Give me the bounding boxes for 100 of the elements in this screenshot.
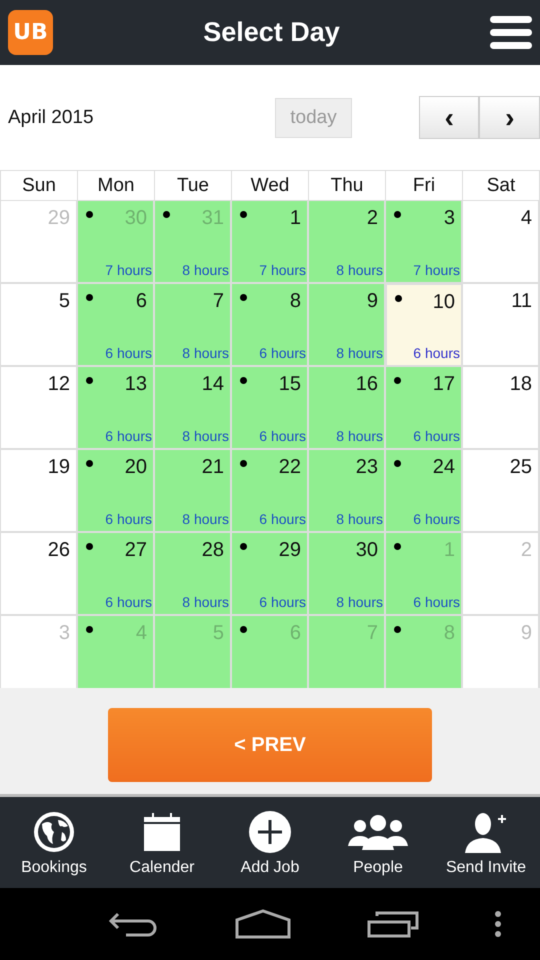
hours-label: 6 hours [413,511,460,527]
calendar-day[interactable]: 26 [1,533,78,616]
day-number: 6 [136,290,147,313]
calendar-day[interactable]: 1 6 hours [386,533,463,616]
calendar-day[interactable]: 3 7 hours [386,201,463,284]
hours-label: 6 hours [413,428,460,444]
day-number: 26 [48,539,70,562]
nav-tab[interactable]: Add Job [216,797,324,888]
calendar-day[interactable]: 10 6 hours [386,284,463,367]
day-number: 29 [278,539,301,562]
nav-tab[interactable]: Bookings [0,797,108,888]
globe-icon [32,810,76,854]
hours-label: 6 hours [259,428,306,444]
calendar-day[interactable]: 27 6 hours [78,533,155,616]
calendar-day[interactable]: 23 8 hours [309,450,386,533]
calendar-day[interactable]: 16 8 hours [309,367,386,450]
next-month-button[interactable]: › [479,96,540,139]
add-person-icon [463,810,509,852]
day-number: 21 [202,456,224,479]
calendar-day[interactable]: 17 6 hours [386,367,463,450]
hours-label: 6 hours [259,345,306,361]
calendar-day[interactable]: 5 [1,284,78,367]
day-number: 3 [444,207,455,230]
day-number: 4 [520,207,532,230]
hours-label: 6 hours [413,594,460,610]
hours-label: 6 hours [105,511,152,527]
calendar-icon [143,812,181,852]
calendar-day[interactable]: 20 6 hours [78,450,155,533]
hours-label: 8 hours [182,428,229,444]
menu-icon[interactable] [490,16,532,49]
calendar-day[interactable]: 12 [1,367,78,450]
day-number: 1 [444,539,455,562]
hours-label: 6 hours [259,511,306,527]
hours-label: 7 hours [413,262,460,278]
calendar-day[interactable]: 9 8 hours [309,284,386,367]
calendar-day[interactable]: 19 [1,450,78,533]
calendar-day[interactable]: 2 8 hours [309,201,386,284]
day-number: 3 [58,622,70,645]
calendar-day[interactable]: 14 8 hours [155,367,232,450]
home-icon[interactable] [235,909,292,939]
calendar-day[interactable]: 30 7 hours [78,201,155,284]
day-number: 8 [444,622,455,645]
hours-label: 6 hours [259,594,306,610]
hours-label: 7 hours [105,262,152,278]
day-number: 10 [432,291,455,314]
calendar-day[interactable]: 11 [463,284,540,367]
day-number: 31 [202,207,224,230]
day-number: 28 [202,539,224,562]
screen-title: Select Day [203,17,340,48]
calendar-day[interactable]: 25 [463,450,540,533]
calendar-day[interactable]: 13 6 hours [78,367,155,450]
day-number: 6 [290,622,301,645]
nav-tab[interactable]: Calender [108,797,216,888]
day-number: 12 [48,373,70,396]
calendar-day[interactable]: 24 6 hours [386,450,463,533]
day-number: 13 [124,373,147,396]
nav-tab[interactable]: Send Invite [432,797,540,888]
calendar-day[interactable]: 6 6 hours [78,284,155,367]
calendar-day[interactable]: 15 6 hours [232,367,309,450]
day-number: 4 [136,622,147,645]
day-number: 15 [278,373,301,396]
recent-apps-icon[interactable] [366,910,419,938]
day-number: 20 [124,456,147,479]
calendar-day[interactable]: 21 8 hours [155,450,232,533]
day-number: 27 [124,539,147,562]
day-number: 30 [356,539,378,562]
day-number: 17 [432,373,455,396]
hours-label: 8 hours [336,511,383,527]
nav-tab[interactable]: People [324,797,432,888]
previous-month-button[interactable]: ‹ [418,96,480,139]
calendar-day[interactable]: 4 [463,201,540,284]
day-number: 2 [366,207,378,230]
hours-label: 8 hours [336,262,383,278]
hours-label: 8 hours [182,345,229,361]
day-number: 25 [510,456,532,479]
day-number: 29 [48,207,70,230]
calendar-day[interactable]: 8 6 hours [232,284,309,367]
day-number: 18 [510,373,532,396]
calendar-day[interactable]: 22 6 hours [232,450,309,533]
day-number: 9 [520,622,532,645]
calendar-day[interactable]: 18 [463,367,540,450]
hours-label: 8 hours [336,345,383,361]
hours-label: 8 hours [182,262,229,278]
calendar-day[interactable]: 31 8 hours [155,201,232,284]
day-number: 16 [356,373,378,396]
hours-label: 8 hours [182,511,229,527]
day-number: 5 [212,622,224,645]
day-number: 2 [520,539,532,562]
calendar-day[interactable]: 29 6 hours [232,533,309,616]
day-number: 30 [124,207,147,230]
hours-label: 6 hours [413,345,460,361]
overflow-menu-icon[interactable] [494,910,502,938]
add-icon [248,810,292,854]
calendar-day[interactable]: 28 8 hours [155,533,232,616]
calendar-day[interactable]: 7 8 hours [155,284,232,367]
calendar-day[interactable]: 30 8 hours [309,533,386,616]
month-title: April 2015 [8,106,95,128]
hours-label: 7 hours [259,262,306,278]
hours-label: 8 hours [182,594,229,610]
calendar-day[interactable]: 1 7 hours [232,201,309,284]
